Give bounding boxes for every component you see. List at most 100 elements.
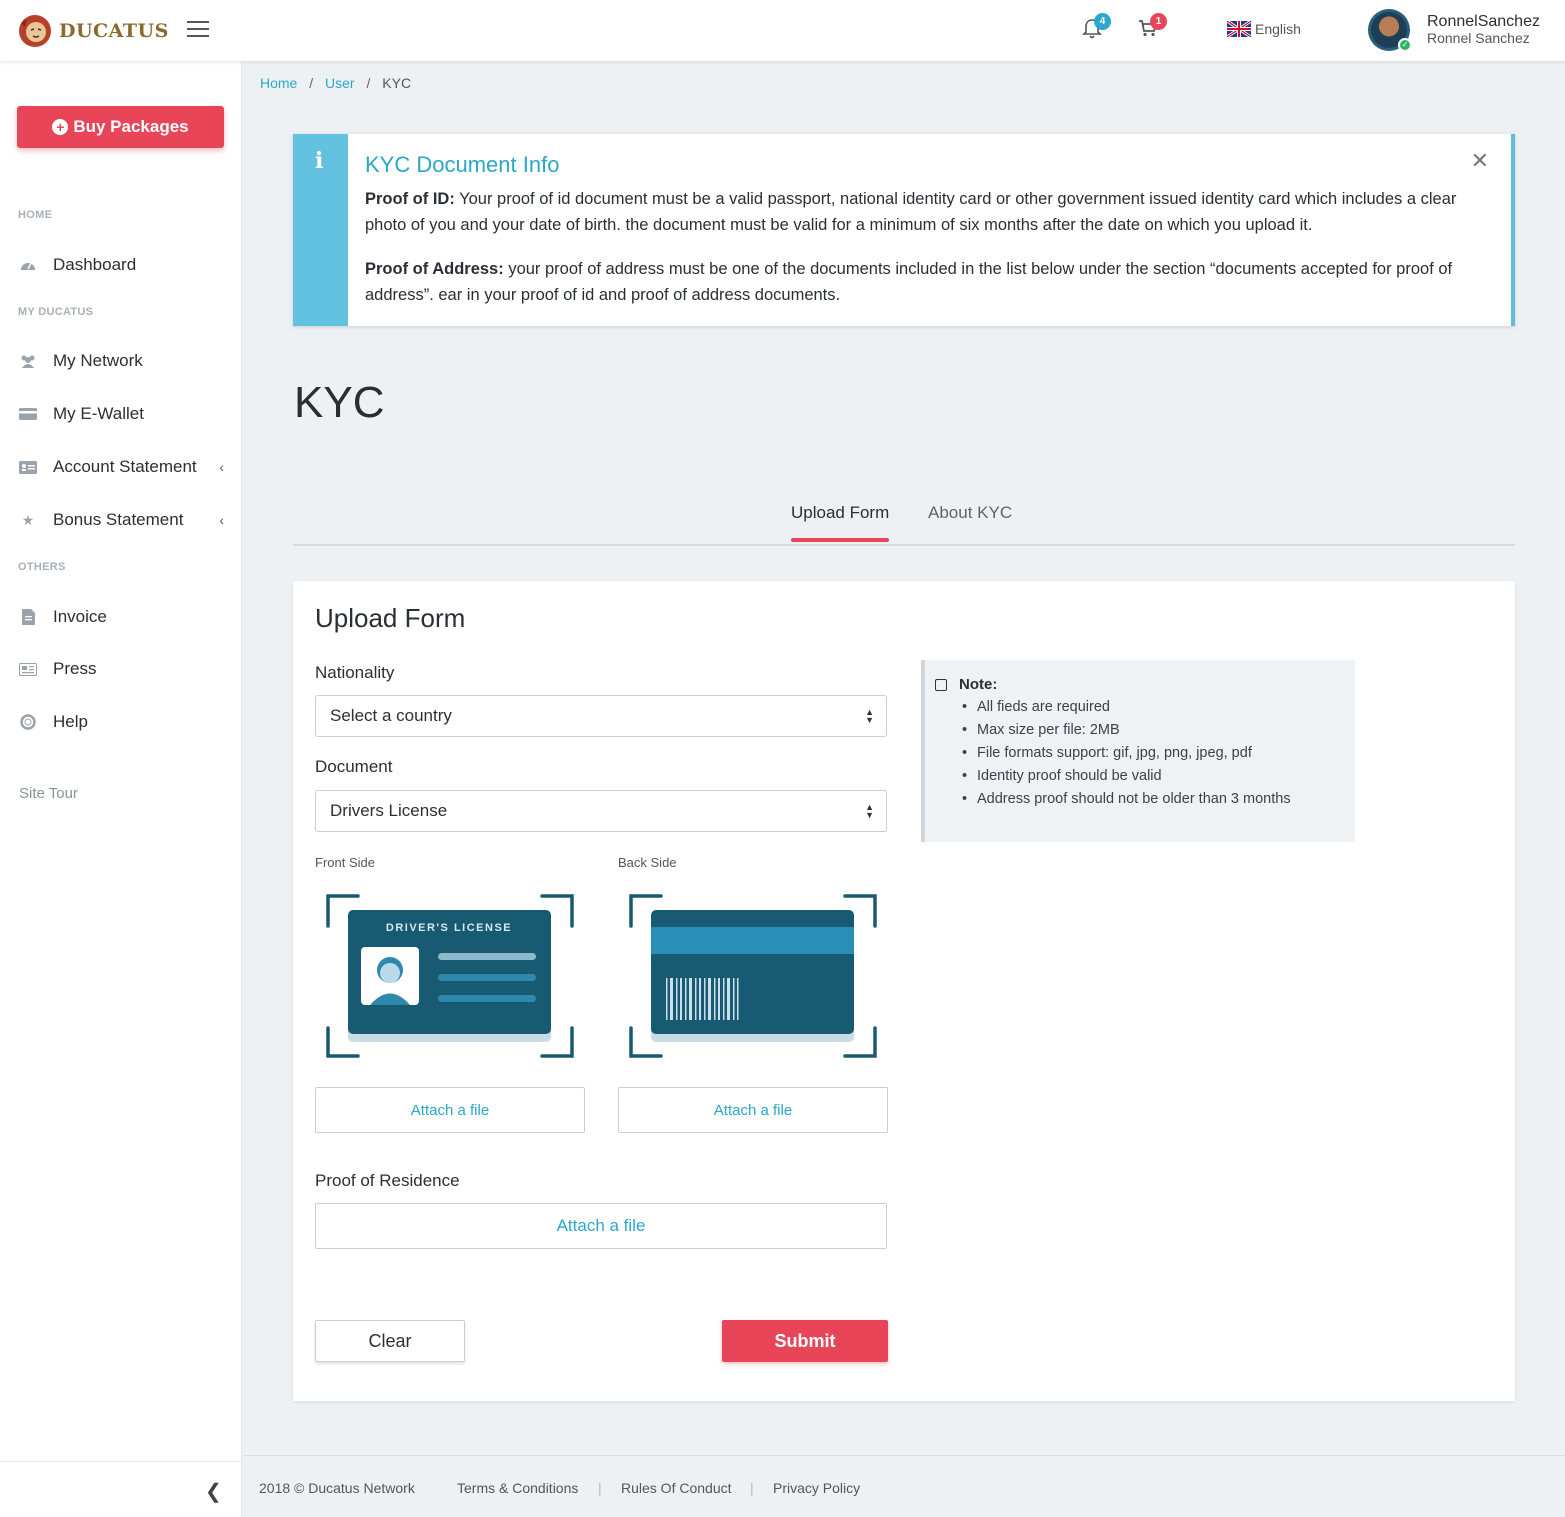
sidebar-item-dashboard[interactable]: Dashboard — [18, 250, 228, 280]
sidebar: + Buy Packages HOME Dashboard MY DUCATUS… — [0, 61, 242, 1517]
user-name: RonnelSanchez — [1427, 13, 1540, 30]
credit-card-icon — [18, 404, 38, 424]
uk-flag-icon — [1227, 21, 1251, 37]
tab-about-kyc[interactable]: About KYC — [928, 503, 1012, 523]
language-label: English — [1255, 21, 1301, 37]
license-front-illustration: DRIVER'S LICENSE — [326, 894, 574, 1058]
sidebar-item-my-network[interactable]: My Network — [18, 346, 228, 376]
kyc-tabs: Upload Form About KYC — [293, 497, 1515, 546]
brand-logo[interactable]: DUCATUS — [17, 13, 169, 49]
sidebar-item-label: Help — [53, 712, 88, 731]
proof-of-residence-attach-button[interactable]: Attach a file — [315, 1203, 887, 1249]
breadcrumb-separator: / — [366, 75, 371, 91]
kyc-info-alert: i KYC Document Info ✕ Proof of ID: Your … — [293, 134, 1515, 326]
footer-rules-link[interactable]: Rules Of Conduct — [621, 1480, 732, 1496]
front-side-label: Front Side — [315, 855, 375, 870]
requirements-note: Note: All fieds are required Max size pe… — [921, 660, 1355, 842]
buy-packages-button[interactable]: + Buy Packages — [17, 106, 224, 148]
note-icon — [935, 678, 947, 691]
brand-name: DUCATUS — [59, 20, 169, 42]
submit-button[interactable]: Submit — [722, 1320, 888, 1362]
chevron-left-icon: ‹ — [219, 512, 224, 528]
breadcrumb-user[interactable]: User — [325, 75, 355, 91]
sidebar-item-label: Press — [53, 659, 97, 678]
footer-divider: | — [750, 1480, 754, 1496]
footer: 2018 © Ducatus Network Terms & Condition… — [243, 1455, 1565, 1517]
upload-form-title: Upload Form — [315, 603, 466, 633]
document-value: Drivers License — [330, 801, 448, 820]
online-check-icon: ✓ — [1398, 38, 1412, 52]
breadcrumb: Home / User / KYC — [260, 75, 411, 91]
footer-privacy-link[interactable]: Privacy Policy — [773, 1480, 860, 1496]
breadcrumb-home[interactable]: Home — [260, 75, 297, 91]
user-fullname: Ronnel Sanchez — [1427, 30, 1530, 46]
chevron-left-icon[interactable]: ❮ — [205, 1479, 222, 1504]
proof-of-id-label: Proof of ID: — [365, 190, 455, 208]
sidebar-item-label: My E-Wallet — [53, 404, 144, 423]
note-title: Note: — [959, 676, 998, 693]
sidebar-item-press[interactable]: Press — [18, 654, 228, 684]
sidebar-item-bonus-statement[interactable]: ★ Bonus Statement ‹ — [18, 505, 228, 535]
license-card-text: DRIVER'S LICENSE — [386, 922, 512, 934]
proof-of-address-label: Proof of Address: — [365, 260, 504, 278]
top-bar: DUCATUS 4 1 English ✓ RonnelSanchez Ronn… — [0, 0, 1565, 61]
notifications-button[interactable]: 4 — [1082, 13, 1111, 44]
menu-toggle-icon[interactable] — [187, 21, 209, 38]
id-card-icon — [18, 457, 38, 477]
info-icon: i — [315, 148, 324, 174]
cart-button[interactable]: 1 — [1138, 13, 1167, 44]
sidebar-item-label: My Network — [53, 351, 143, 370]
list-item: File formats support: gif, jpg, png, jpe… — [962, 742, 1291, 765]
document-label: Document — [315, 757, 393, 776]
sidebar-section-my-ducatus: MY DUCATUS — [18, 306, 94, 318]
clear-button[interactable]: Clear — [315, 1320, 465, 1362]
front-side-attach-button[interactable]: Attach a file — [315, 1087, 585, 1133]
sidebar-item-label: Account Statement — [53, 457, 197, 476]
footer-terms-link[interactable]: Terms & Conditions — [457, 1480, 578, 1496]
users-icon — [18, 351, 38, 371]
chevron-left-icon: ‹ — [219, 459, 224, 475]
proof-of-residence-label: Proof of Residence — [315, 1171, 460, 1190]
list-item: Identity proof should be valid — [962, 765, 1291, 788]
list-item: Max size per file: 2MB — [962, 719, 1291, 742]
footer-divider: | — [598, 1480, 602, 1496]
footer-copyright: 2018 © Ducatus Network — [259, 1480, 415, 1496]
tab-upload-form[interactable]: Upload Form — [791, 503, 890, 542]
license-back-illustration — [629, 894, 877, 1058]
sidebar-item-my-e-wallet[interactable]: My E-Wallet — [18, 399, 228, 429]
dashboard-icon — [18, 255, 38, 275]
user-menu[interactable]: ✓ RonnelSanchez Ronnel Sanchez — [1368, 9, 1540, 52]
sidebar-collapse-bar: ❮ — [0, 1461, 242, 1517]
back-side-attach-button[interactable]: Attach a file — [618, 1087, 888, 1133]
notifications-badge: 4 — [1094, 13, 1111, 30]
plus-circle-icon: + — [52, 119, 69, 135]
sidebar-section-others: OTHERS — [18, 561, 66, 573]
newspaper-icon — [18, 659, 38, 679]
page-title: KYC — [294, 378, 385, 427]
file-icon — [18, 607, 38, 627]
upload-form-card: Upload Form Nationality Select a country… — [293, 581, 1515, 1401]
nationality-label: Nationality — [315, 663, 395, 682]
sidebar-item-account-statement[interactable]: Account Statement ‹ — [18, 452, 228, 482]
sidebar-item-label: Bonus Statement — [53, 510, 184, 529]
site-tour-link[interactable]: Site Tour — [19, 785, 78, 802]
proof-of-address-text: Proof of Address: your proof of address … — [365, 260, 1453, 304]
star-icon: ★ — [21, 511, 35, 528]
list-item: All fieds are required — [962, 696, 1291, 719]
list-item: Address proof should not be older than 3… — [962, 788, 1291, 811]
breadcrumb-current: KYC — [382, 75, 412, 91]
breadcrumb-separator: / — [309, 75, 314, 91]
language-selector[interactable]: English — [1227, 21, 1301, 37]
sidebar-item-label: Dashboard — [53, 255, 137, 274]
close-icon[interactable]: ✕ — [1471, 148, 1489, 174]
lion-logo-icon — [19, 15, 51, 47]
nationality-value: Select a country — [330, 706, 452, 725]
sidebar-item-label: Invoice — [53, 607, 107, 626]
proof-of-id-text: Proof of ID: Your proof of id document m… — [365, 190, 1457, 234]
nationality-select[interactable]: Select a country ▲ ▼ — [315, 695, 887, 737]
sidebar-item-help[interactable]: Help — [18, 707, 228, 737]
sort-arrows-icon: ▲ ▼ — [865, 707, 874, 725]
alert-info-strip: i — [293, 134, 348, 326]
document-select[interactable]: Drivers License ▲ ▼ — [315, 790, 887, 832]
sidebar-item-invoice[interactable]: Invoice — [18, 602, 228, 632]
